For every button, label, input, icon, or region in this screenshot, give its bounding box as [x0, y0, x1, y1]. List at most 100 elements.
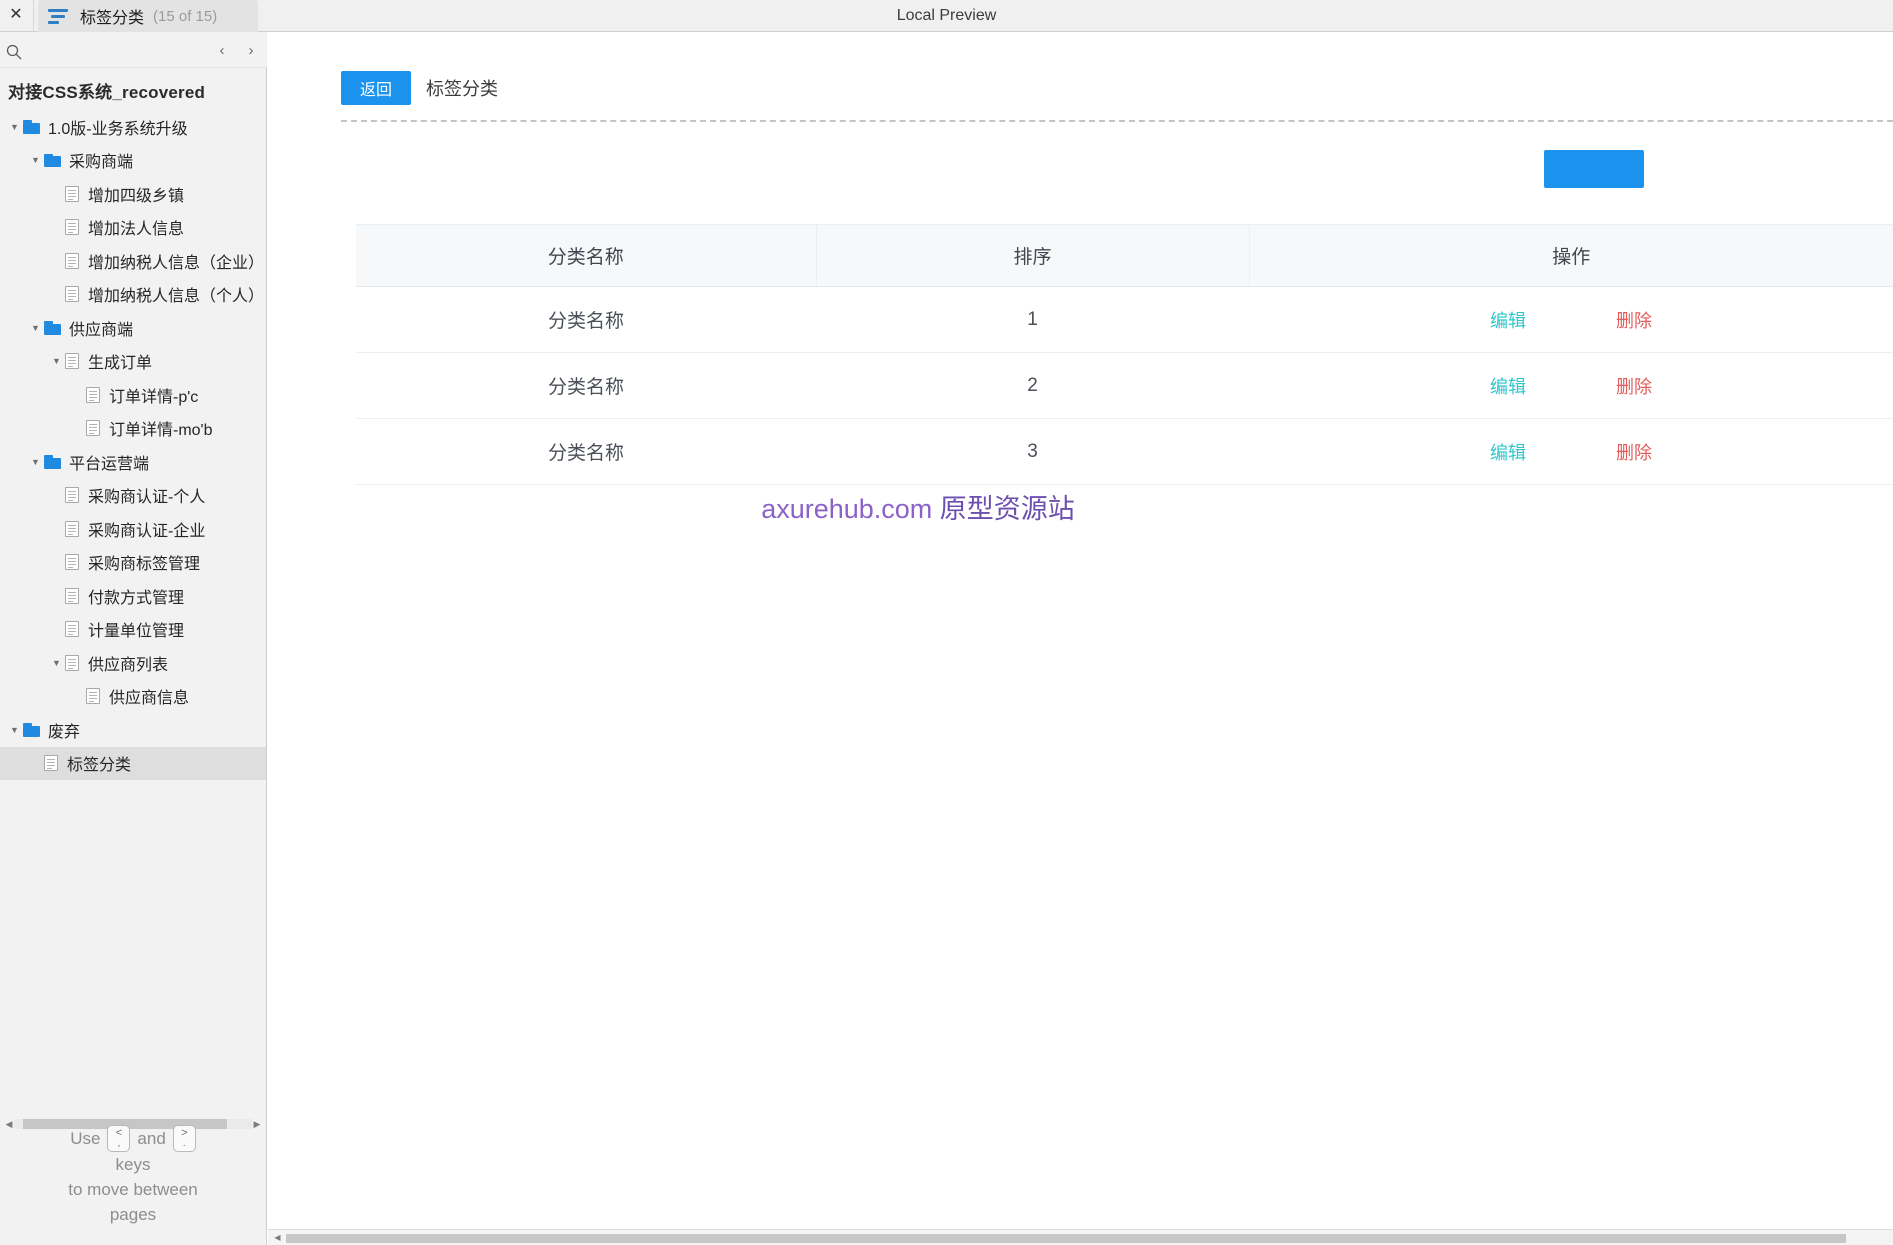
tree-item[interactable]: ▼ 1.0版-业务系统升级 — [0, 110, 266, 144]
cell-category-name: 分类名称 — [356, 352, 816, 419]
table-header-sort: 排序 — [815, 224, 1249, 287]
delete-link[interactable]: 删除 — [1616, 373, 1652, 399]
folder-icon — [23, 723, 40, 737]
tree-item-label: 增加纳税人信息（企业） — [88, 254, 265, 272]
tree-item[interactable]: 增加纳税人信息（个人） — [0, 278, 266, 312]
tree-item[interactable]: ▼ 生成订单 — [0, 345, 266, 379]
tree-item[interactable]: ▼ 供应商列表 — [0, 646, 266, 680]
tree-twisty-placeholder — [48, 579, 65, 612]
prev-page-icon[interactable]: ‹ — [212, 40, 232, 60]
canvas-scroll-left-icon[interactable]: ◀ — [271, 1231, 284, 1244]
tree-item-label: 供应商端 — [69, 321, 134, 339]
tree-item[interactable]: ▼ 采购商端 — [0, 144, 266, 178]
canvas-horizontal-scrollbar[interactable]: ◀ — [268, 1229, 1893, 1245]
next-page-icon[interactable]: › — [241, 40, 261, 60]
page-icon — [86, 420, 100, 437]
tree-item[interactable]: 采购商认证-企业 — [0, 512, 266, 546]
edit-link[interactable]: 编辑 — [1490, 373, 1526, 399]
tree-item-label: 付款方式管理 — [88, 589, 185, 607]
tree-item[interactable]: 标签分类 — [0, 746, 266, 780]
chevron-down-icon[interactable]: ▼ — [6, 110, 23, 143]
tree-item-label: 采购商认证-个人 — [88, 489, 206, 507]
page-icon — [86, 688, 100, 705]
operations-group: 编辑 删除 — [1250, 373, 1892, 399]
tree-twisty-placeholder — [48, 278, 65, 311]
key-prev-icon: < , — [107, 1125, 131, 1152]
chevron-down-icon[interactable]: ▼ — [48, 345, 65, 378]
tree-item[interactable]: 采购商认证-个人 — [0, 479, 266, 513]
page-icon — [86, 386, 100, 403]
page-icon — [65, 587, 79, 604]
edit-link[interactable]: 编辑 — [1490, 439, 1526, 465]
cell-operations: 编辑 删除 — [1249, 352, 1893, 419]
tree-item[interactable]: ▼ 平台运营端 — [0, 445, 266, 479]
cell-category-name: 分类名称 — [356, 286, 816, 353]
delete-link[interactable]: 删除 — [1616, 439, 1652, 465]
close-icon[interactable]: ✕ — [3, 2, 29, 28]
breadcrumb: 返回 标签分类 — [341, 71, 498, 105]
window-titlebar: Local Preview ✕ 标签分类 (15 of 15) — [0, 0, 1893, 32]
cell-sort-order: 2 — [816, 352, 1249, 419]
tree-item-label: 订单详情-p'c — [109, 388, 199, 406]
page-icon — [65, 487, 79, 504]
page-tab[interactable]: 标签分类 (15 of 15) — [38, 0, 258, 32]
hint-line-2: keys — [115, 1155, 151, 1174]
tree-item-label: 增加法人信息 — [88, 221, 185, 239]
tree-item-label: 采购商标签管理 — [88, 556, 201, 574]
folder-icon — [44, 153, 61, 168]
tree-item[interactable]: ▼ 供应商端 — [0, 311, 266, 345]
tree-twisty-placeholder — [48, 546, 65, 579]
tree-item[interactable]: 增加纳税人信息（企业） — [0, 244, 266, 278]
tree-item[interactable]: 付款方式管理 — [0, 579, 266, 613]
tree-item-label: 1.0版-业务系统升级 — [48, 120, 188, 138]
tree-item[interactable]: 订单详情-mo'b — [0, 412, 266, 446]
tree-twisty-placeholder — [48, 613, 65, 646]
page-icon — [65, 219, 79, 236]
chevron-down-icon[interactable]: ▼ — [48, 646, 65, 679]
page-icon — [65, 654, 79, 671]
tree-item[interactable]: 增加法人信息 — [0, 211, 266, 245]
key-next-bottom: . — [182, 1138, 186, 1149]
chevron-down-icon[interactable]: ▼ — [27, 311, 44, 344]
category-table: 分类名称 排序 操作 分类名称 1 编辑 删除 分类名称 2 编辑 删除 分类名称 3 编辑 删除 — [356, 224, 1893, 485]
tree-twisty-placeholder — [48, 512, 65, 545]
watermark: axurehub.com 原型资源站 — [268, 487, 1568, 526]
page-icon — [65, 621, 79, 638]
hint-and-label: and — [137, 1129, 166, 1148]
page-icon — [65, 286, 79, 303]
tree-twisty-placeholder — [48, 177, 65, 210]
tree-twisty-placeholder — [48, 479, 65, 512]
sidebar-page-nav: ‹ › — [212, 40, 261, 60]
search-icon[interactable] — [3, 41, 25, 63]
sitemap-sidebar: ‹ › 对接CSS系统_recovered ▼ 1.0版-业务系统升级 ▼ 采购商端增… — [0, 32, 267, 1245]
sitemap-icon — [48, 6, 70, 26]
table-header-row: 分类名称 排序 操作 — [356, 224, 1893, 287]
page-icon — [44, 755, 58, 772]
tree-item-label: 供应商列表 — [88, 656, 169, 674]
folder-icon — [23, 120, 40, 134]
tree-item[interactable]: 供应商信息 — [0, 680, 266, 714]
tree-item[interactable]: 采购商标签管理 — [0, 546, 266, 580]
table-header-name: 分类名称 — [356, 224, 816, 287]
page-title: 标签分类 — [426, 79, 498, 99]
delete-link[interactable]: 删除 — [1616, 307, 1652, 333]
chevron-down-icon[interactable]: ▼ — [27, 445, 44, 478]
hint-line-4: pages — [109, 1205, 157, 1224]
tree-item-label: 订单详情-mo'b — [109, 422, 213, 440]
preview-title: Local Preview — [896, 7, 997, 24]
tree-item[interactable]: 订单详情-p'c — [0, 378, 266, 412]
page-icon — [65, 252, 79, 269]
tree-item[interactable]: 计量单位管理 — [0, 613, 266, 647]
chevron-down-icon[interactable]: ▼ — [27, 144, 44, 177]
table-row: 分类名称 1 编辑 删除 — [356, 286, 1893, 353]
back-button[interactable]: 返回 — [341, 71, 411, 105]
tree-item[interactable]: ▼ 废弃 — [0, 713, 266, 747]
folder-icon — [44, 455, 61, 469]
canvas-scrollbar-thumb[interactable] — [286, 1234, 1846, 1243]
cell-sort-order: 3 — [816, 418, 1249, 485]
primary-action-button[interactable] — [1544, 150, 1644, 188]
project-name: 对接CSS系统_recovered — [8, 83, 206, 102]
tree-item[interactable]: 增加四级乡镇 — [0, 177, 266, 211]
edit-link[interactable]: 编辑 — [1490, 307, 1526, 333]
chevron-down-icon[interactable]: ▼ — [6, 713, 23, 746]
